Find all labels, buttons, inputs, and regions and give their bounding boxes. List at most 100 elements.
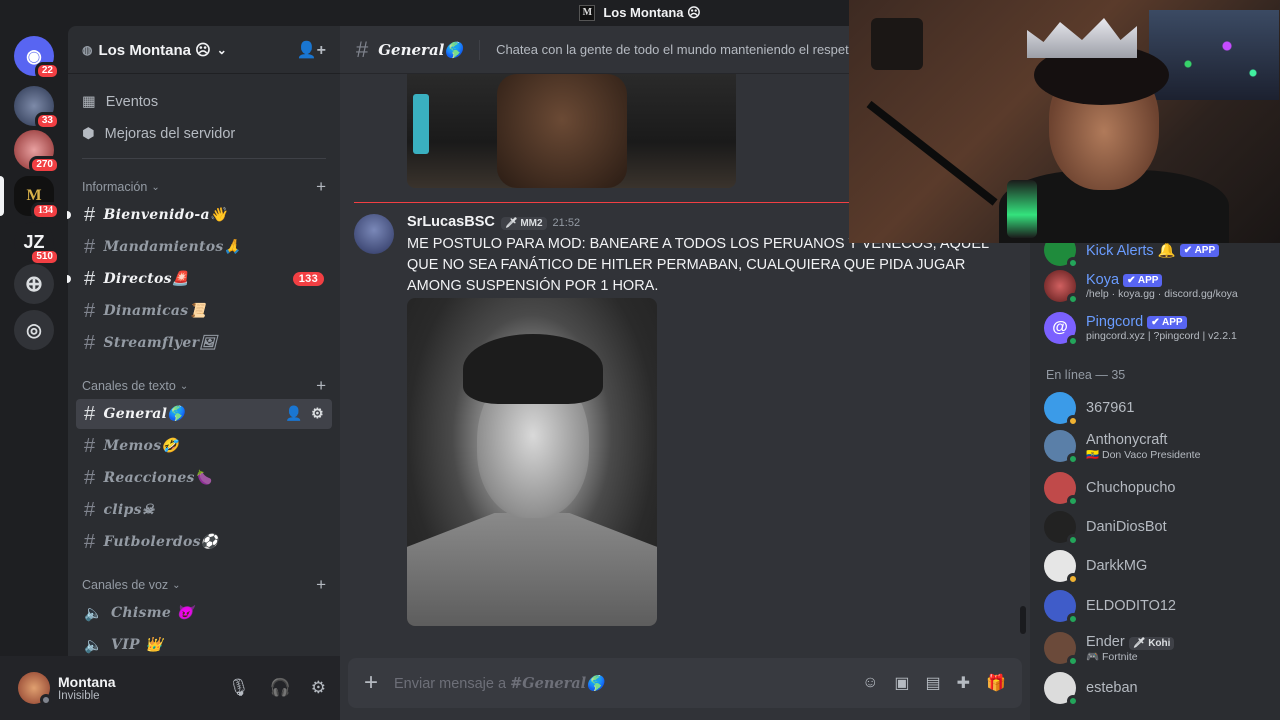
events-item[interactable]: ▦ Eventos <box>68 86 340 118</box>
channel-name: Directos <box>103 271 172 287</box>
username: Montana <box>58 674 116 690</box>
channel-reacciones[interactable]: # Reacciones🍆 <box>76 463 332 493</box>
member-item[interactable]: ELDODITO12 <box>1044 590 1274 625</box>
app-badge: ✔ APP <box>1123 273 1163 287</box>
server-icon-3[interactable]: 270 <box>14 130 60 174</box>
channel-emoji: 👑 <box>145 637 163 653</box>
photo-hair <box>463 334 603 404</box>
avatar <box>1044 511 1079 546</box>
add-channel-icon[interactable]: + <box>316 177 326 197</box>
member-item[interactable]: Anthonycraft 🇪🇨 Don Vaco Presidente <box>1044 430 1274 465</box>
gif-icon[interactable]: ▣ <box>894 673 909 693</box>
server-icon-los-montana[interactable]: M 134 <box>14 176 60 220</box>
member-item[interactable]: esteban <box>1044 672 1274 707</box>
server-header[interactable]: ◍ Los Montana ☹ ⌄ 👤+ <box>68 26 340 74</box>
channel-mandamientos[interactable]: # Mandamientos🙏 <box>76 232 332 262</box>
message-image-attachment[interactable] <box>407 74 736 188</box>
channel-streamflyer[interactable]: # Streamflyer🖼 <box>76 328 332 358</box>
channel-name: Reacciones <box>103 470 195 486</box>
webcam-cup <box>1007 180 1037 238</box>
webcam-background-object <box>871 18 923 70</box>
server-icon-2[interactable]: 33 <box>14 86 60 130</box>
gear-icon[interactable]: ⚙ <box>311 406 324 422</box>
message-photo-attachment[interactable] <box>407 298 657 626</box>
avatar <box>1044 430 1079 465</box>
unread-indicator <box>67 275 71 283</box>
message-input[interactable]: Enviar mensaje a #General🌎 <box>394 675 846 692</box>
chevron-down-icon: ⌄ <box>172 579 181 591</box>
channel-memos[interactable]: # Memos🤣 <box>76 431 332 461</box>
member-item[interactable]: Ender 🗡 Kohi 🎮 Fortnite <box>1044 632 1274 667</box>
channel-name: Bienvenido-a <box>103 207 210 223</box>
channel-emoji: ⚽ <box>200 534 219 550</box>
category-info[interactable]: Información ⌄ + <box>68 175 340 199</box>
channel-directos[interactable]: # Directos🚨 133 <box>67 264 332 294</box>
sticker-icon[interactable]: ▤ <box>926 673 941 693</box>
channel-bienvenido[interactable]: # Bienvenido-a👋 <box>67 200 332 230</box>
headphones-icon[interactable]: 🎧 <box>270 678 291 698</box>
user-info[interactable]: Montana Invisible <box>58 674 116 702</box>
channel-name: General <box>103 406 168 422</box>
boosts-label: Mejoras del servidor <box>104 126 236 142</box>
member-item[interactable]: 367961 <box>1044 392 1274 427</box>
voice-channel-chisme[interactable]: 🔈 Chisme 😈 <box>76 598 332 628</box>
member-name: Anthonycraft <box>1086 431 1168 448</box>
server-boost-icon: ◍ <box>82 42 93 57</box>
image-content <box>497 74 627 188</box>
discover-button[interactable]: ◎ <box>14 310 54 350</box>
add-server-button[interactable]: ⊕ <box>14 264 54 304</box>
webcam-overlay <box>849 0 1280 243</box>
member-activity: 🎮 Fortnite <box>1086 650 1138 663</box>
channel-name: Futbolerdos <box>103 534 201 550</box>
avatar <box>1044 472 1079 507</box>
category-voice[interactable]: Canales de voz ⌄ + <box>68 573 340 597</box>
channel-name: Memos <box>103 438 162 454</box>
microphone-icon[interactable]: 🎙 <box>228 678 250 698</box>
channel-futbolerdos[interactable]: # Futbolerdos⚽ <box>76 527 332 557</box>
invite-icon[interactable]: 👤 <box>285 406 303 422</box>
channel-emoji: 👋 <box>209 207 228 223</box>
add-channel-icon[interactable]: + <box>316 376 326 396</box>
member-name: esteban <box>1086 680 1138 696</box>
apps-icon[interactable]: ✚ <box>957 673 970 693</box>
category-text[interactable]: Canales de texto ⌄ + <box>68 374 340 398</box>
channel-topic[interactable]: Chatea con la gente de todo el mundo man… <box>496 42 860 57</box>
channel-emoji: 🚨 <box>171 271 190 287</box>
member-item[interactable]: @ Pingcord ✔ APP pingcord.xyz | ?pingcord… <box>1044 312 1274 347</box>
add-channel-icon[interactable]: + <box>316 575 326 595</box>
member-item[interactable]: DaniDiosBot <box>1044 511 1274 546</box>
discord-home-button[interactable]: ◉ 22 <box>14 36 60 80</box>
status-indicator <box>1067 495 1079 507</box>
app-logo-icon: M <box>579 5 596 21</box>
channel-general[interactable]: # General🌎 👤 ⚙ <box>76 399 332 429</box>
hash-icon: # <box>84 498 96 521</box>
member-activity: /help · koya.gg · discord.gg/koya <box>1086 288 1238 300</box>
status-indicator <box>1067 534 1079 546</box>
server-name: Los Montana ☹ <box>98 41 211 59</box>
avatar[interactable] <box>18 672 52 706</box>
mention-badge: 270 <box>29 156 60 174</box>
emoji-icon[interactable]: ☺ <box>862 674 878 692</box>
channel-name: Chisme <box>110 605 172 621</box>
gear-icon[interactable]: ⚙ <box>311 678 326 698</box>
member-item[interactable]: Koya ✔ APP /help · koya.gg · discord.gg/k… <box>1044 270 1274 305</box>
member-item[interactable]: Chuchopucho <box>1044 472 1274 507</box>
attach-plus-icon[interactable]: + <box>364 669 378 697</box>
invite-user-icon[interactable]: 👤+ <box>297 40 326 60</box>
channel-dinamicas[interactable]: # Dinamicas📜 <box>76 296 332 326</box>
gift-icon[interactable]: 🎁 <box>986 673 1006 693</box>
user-status: Invisible <box>58 690 100 702</box>
hash-icon: # <box>84 299 96 322</box>
message-author[interactable]: SrLucasBSC <box>407 214 495 230</box>
server-icon-jz[interactable]: JZ 510 <box>14 222 60 266</box>
member-name: Ender <box>1086 633 1125 650</box>
channel-clips[interactable]: # clips☠ <box>76 495 332 525</box>
status-indicator <box>1067 453 1079 465</box>
scrollbar-thumb[interactable] <box>1020 606 1026 634</box>
server-boosts-item[interactable]: ⬢ Mejoras del servidor <box>68 118 340 150</box>
message-composer[interactable]: + Enviar mensaje a #General🌎 ☺ ▣ ▤ ✚ 🎁 <box>348 658 1022 708</box>
avatar[interactable] <box>354 214 394 254</box>
member-item[interactable]: DarkkMG <box>1044 550 1274 585</box>
member-name: DaniDiosBot <box>1086 519 1167 535</box>
compass-icon: ◎ <box>26 319 42 340</box>
